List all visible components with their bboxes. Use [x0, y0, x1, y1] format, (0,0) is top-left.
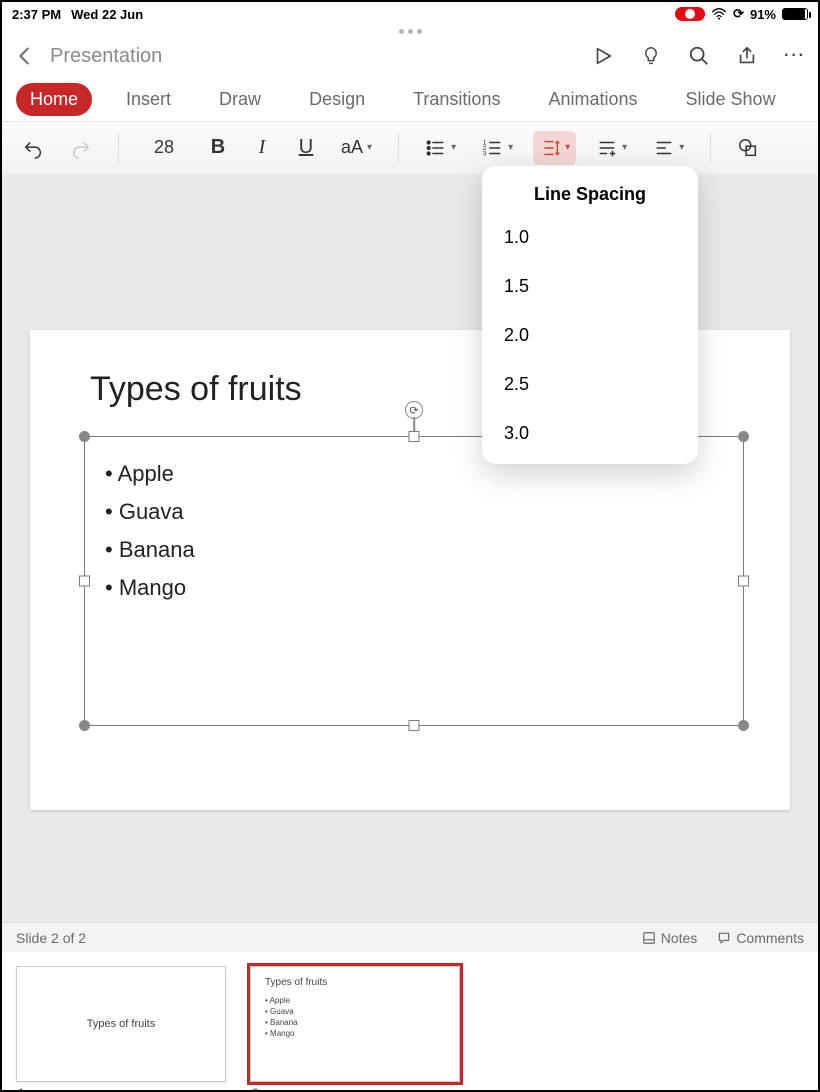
- content-textbox[interactable]: ⟳ Apple Guava Banana Mango: [84, 436, 744, 726]
- resize-handle[interactable]: [409, 720, 420, 731]
- orientation-lock-icon: ⟳: [733, 6, 744, 22]
- italic-button[interactable]: I: [247, 131, 277, 165]
- status-bar: 2:37 PM Wed 22 Jun ⟳ 91%: [2, 2, 818, 26]
- tab-home[interactable]: Home: [16, 83, 92, 116]
- slide-title[interactable]: Types of fruits: [90, 370, 302, 409]
- slide-thumbnail[interactable]: Types of fruits Apple Guava Banana Mango: [250, 966, 460, 1082]
- svg-text:3: 3: [483, 150, 487, 157]
- tab-insert[interactable]: Insert: [112, 83, 185, 116]
- notes-toggle[interactable]: Notes: [642, 930, 698, 946]
- line-spacing-option[interactable]: 1.0: [482, 213, 698, 262]
- change-case-button[interactable]: aA▾: [335, 131, 378, 165]
- comments-toggle[interactable]: Comments: [717, 930, 804, 946]
- tab-animations[interactable]: Animations: [534, 83, 651, 116]
- list-item[interactable]: Mango: [105, 569, 723, 607]
- status-footer: Slide 2 of 2 Notes Comments: [2, 922, 818, 952]
- resize-handle[interactable]: [79, 431, 90, 442]
- ribbon-toolbar: 28 B I U aA▾ ▾ 123▾ ▾ ▾ ▾: [2, 122, 818, 174]
- list-item[interactable]: Banana: [105, 531, 723, 569]
- line-spacing-option[interactable]: 2.5: [482, 360, 698, 409]
- undo-button[interactable]: [16, 131, 50, 165]
- line-spacing-option[interactable]: 3.0: [482, 409, 698, 458]
- redo-button[interactable]: [64, 131, 98, 165]
- battery-icon: [782, 8, 808, 20]
- recording-indicator: [675, 7, 705, 21]
- line-spacing-button[interactable]: ▾: [533, 131, 576, 165]
- thumb-title: Types of fruits: [87, 1018, 155, 1030]
- resize-handle[interactable]: [738, 576, 749, 587]
- thumb-title: Types of fruits: [265, 977, 327, 988]
- hint-button[interactable]: [640, 45, 662, 67]
- resize-handle[interactable]: [409, 431, 420, 442]
- tab-design[interactable]: Design: [295, 83, 379, 116]
- slideshow-button[interactable]: [592, 45, 614, 67]
- bullet-list[interactable]: Apple Guava Banana Mango: [85, 437, 743, 625]
- thumb-bullets: Apple Guava Banana Mango: [265, 995, 298, 1039]
- list-item[interactable]: Guava: [105, 493, 723, 531]
- tab-review[interactable]: Review: [810, 83, 818, 116]
- more-button[interactable]: ···: [784, 45, 806, 67]
- text-direction-button[interactable]: ▾: [590, 131, 633, 165]
- shapes-button[interactable]: [731, 131, 765, 165]
- tab-transitions[interactable]: Transitions: [399, 83, 514, 116]
- underline-button[interactable]: U: [291, 131, 321, 165]
- slide-indicator: Slide 2 of 2: [16, 930, 86, 946]
- app-frame: 2:37 PM Wed 22 Jun ⟳ 91% Presentation: [0, 0, 820, 1092]
- resize-handle[interactable]: [79, 720, 90, 731]
- wifi-icon: [711, 8, 727, 20]
- bullet-list-button[interactable]: ▾: [419, 131, 462, 165]
- search-button[interactable]: [688, 45, 710, 67]
- tab-slide-show[interactable]: Slide Show: [672, 83, 790, 116]
- resize-handle[interactable]: [738, 431, 749, 442]
- tab-draw[interactable]: Draw: [205, 83, 275, 116]
- font-size-field[interactable]: 28: [139, 131, 189, 165]
- grab-handle-icon[interactable]: [2, 26, 818, 34]
- popover-title: Line Spacing: [482, 184, 698, 213]
- thumb-number: 1: [16, 1086, 226, 1092]
- status-time: 2:37 PM: [12, 7, 61, 22]
- ribbon-tabs: Home Insert Draw Design Transitions Anim…: [2, 78, 818, 122]
- back-button[interactable]: [14, 45, 36, 67]
- battery-percent: 91%: [750, 7, 776, 22]
- line-spacing-popover: Line Spacing 1.0 1.5 2.0 2.5 3.0: [482, 166, 698, 464]
- thumbnail-strip[interactable]: Types of fruits 1 Types of fruits Apple …: [2, 952, 818, 1092]
- slide-thumbnail[interactable]: Types of fruits: [16, 966, 226, 1082]
- thumb-number: 2: [250, 1086, 460, 1092]
- align-button[interactable]: ▾: [647, 131, 690, 165]
- numbered-list-button[interactable]: 123▾: [476, 131, 519, 165]
- resize-handle[interactable]: [79, 576, 90, 587]
- share-button[interactable]: [736, 45, 758, 67]
- status-date: Wed 22 Jun: [71, 7, 143, 22]
- line-spacing-option[interactable]: 2.0: [482, 311, 698, 360]
- bold-button[interactable]: B: [203, 131, 233, 165]
- resize-handle[interactable]: [738, 720, 749, 731]
- line-spacing-option[interactable]: 1.5: [482, 262, 698, 311]
- header: Presentation ···: [2, 34, 818, 78]
- document-title[interactable]: Presentation: [50, 45, 162, 68]
